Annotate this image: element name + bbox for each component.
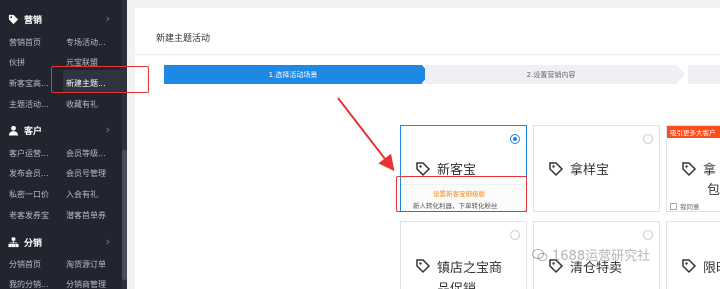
divider — [135, 54, 720, 55]
sidebar-item[interactable]: 主题活动... — [9, 99, 61, 110]
card-title-line2: 品促销 — [437, 278, 476, 289]
sidebar-section-distribution[interactable]: 分销 › — [0, 231, 122, 253]
annotation-box-sidebar — [51, 66, 149, 93]
sidebar-section-label: 客户 — [24, 126, 43, 137]
promo-badge: 吸引更多大客户 — [667, 126, 720, 138]
sidebar-section-customers[interactable]: 客户 › — [0, 119, 122, 141]
sidebar-item[interactable]: 专场活动... — [66, 37, 118, 48]
card-radio[interactable] — [643, 134, 653, 144]
sidebar-item[interactable]: 潜客首单券 — [66, 210, 118, 221]
step-arrow — [677, 65, 685, 83]
tag-icon — [8, 14, 19, 24]
sidebar-section-label: 营销 — [24, 15, 43, 26]
sidebar-item[interactable]: 发布会员... — [9, 168, 61, 179]
chevron-right-icon: › — [105, 123, 110, 136]
wechat-icon — [532, 248, 548, 261]
sidebar-item[interactable]: 淘货源订单 — [66, 259, 118, 270]
agree-label: 我同意 — [680, 203, 700, 211]
user-icon — [8, 125, 19, 136]
sidebar-section-label: 分销 — [24, 238, 43, 249]
card-radio[interactable] — [510, 230, 520, 240]
chevron-right-icon: › — [105, 12, 110, 25]
page-title: 新建主题活动 — [156, 34, 211, 44]
watermark: 1688运营研究社 — [532, 245, 650, 264]
scene-card-nayangbao[interactable]: 拿样宝 — [533, 125, 660, 212]
tag-icon — [682, 259, 697, 274]
sidebar: 营销 › 营销首页 专场活动... 伙拼 元宝联盟 新客宝高... 新建主题..… — [0, 0, 127, 289]
sidebar-item[interactable]: 私密一口价 — [9, 189, 61, 200]
sidebar-item[interactable]: 我的分销... — [9, 279, 61, 289]
card-radio[interactable] — [643, 230, 653, 240]
sidebar-item[interactable]: 分销商管理 — [66, 279, 118, 289]
sidebar-item[interactable]: 会员号管理 — [66, 168, 118, 179]
agree-checkbox-row[interactable]: 我同意 — [670, 201, 700, 211]
scene-card-partial[interactable]: 吸引更多大客户 拿 包 我同意 — [666, 125, 720, 212]
sidebar-item[interactable]: 客户运营... — [9, 148, 61, 159]
sidebar-item[interactable]: 入会有礼 — [66, 189, 118, 200]
scene-card-xianshi[interactable]: 限时 — [666, 221, 720, 289]
sidebar-item[interactable]: 营销首页 — [9, 37, 61, 48]
step-3 — [688, 65, 720, 84]
card-title: 镇店之宝商 — [437, 261, 503, 276]
agree-checkbox[interactable] — [670, 202, 677, 210]
scene-card-zhendian[interactable]: 镇店之宝商 品促销 — [400, 221, 527, 289]
tag-icon — [682, 162, 697, 177]
card-subtitle: 包 — [707, 183, 720, 198]
sidebar-item[interactable]: 老客发券宝 — [9, 210, 61, 221]
sidebar-item[interactable]: 会员等级... — [66, 148, 118, 159]
card-title: 限时 — [703, 261, 720, 276]
tag-icon — [416, 162, 431, 177]
watermark-text: 1688运营研究社 — [552, 249, 651, 264]
annotation-box-card — [396, 176, 527, 212]
sidebar-item[interactable]: 收藏有礼 — [66, 99, 118, 110]
card-title: 拿样宝 — [570, 163, 610, 178]
hierarchy-icon — [8, 236, 19, 247]
chevron-right-icon: › — [105, 235, 110, 248]
step-2: 2.设置营销内容 — [425, 65, 677, 84]
card-radio[interactable] — [510, 134, 520, 144]
sidebar-item[interactable]: 分销首页 — [9, 259, 61, 270]
sidebar-section-marketing[interactable]: 营销 › — [0, 8, 122, 30]
tag-icon — [416, 259, 431, 274]
app-root: 营销 › 营销首页 专场活动... 伙拼 元宝联盟 新客宝高... 新建主题..… — [0, 0, 720, 289]
card-title: 拿 — [703, 163, 717, 178]
step-1: 1.选择活动场景 — [164, 65, 422, 84]
tag-icon — [549, 162, 564, 177]
